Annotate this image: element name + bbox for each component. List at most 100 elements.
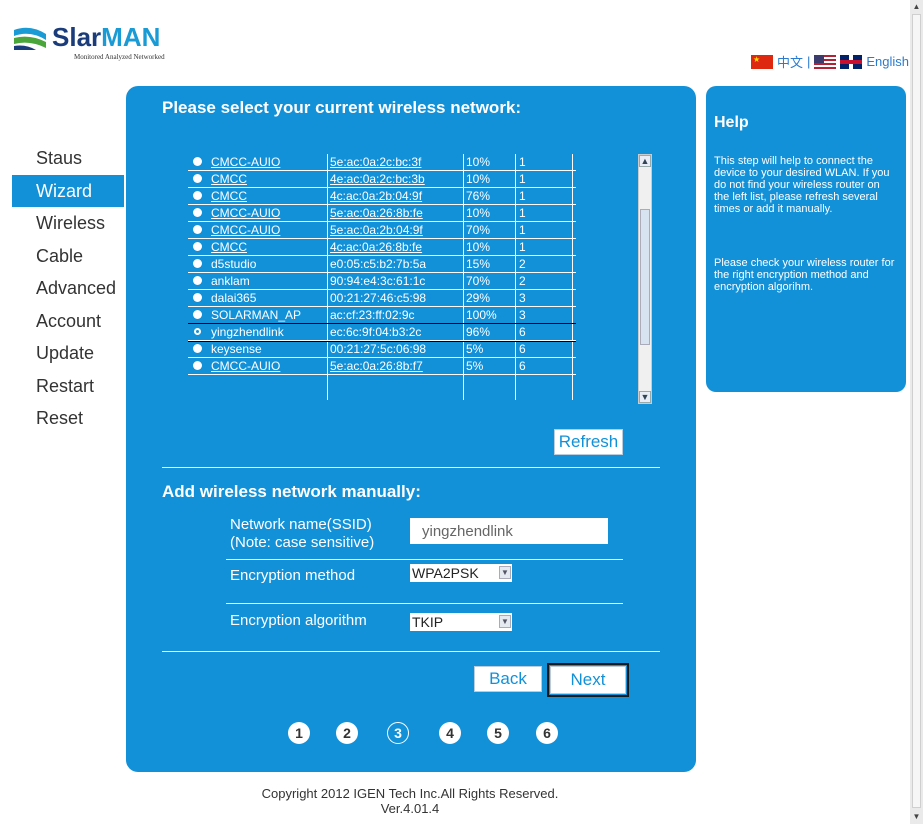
step-3-current: 3: [387, 722, 409, 744]
network-row[interactable]: CMCC 4c:ac:0a:26:8b:fe 10% 1: [188, 239, 576, 256]
refresh-button[interactable]: Refresh: [554, 429, 623, 455]
network-row[interactable]: CMCC 4e:ac:0a:2c:bc:3b 10% 1: [188, 171, 576, 188]
network-ssid: CMCC-AUIO: [211, 155, 281, 169]
network-row[interactable]: keysense 00:21:27:5c:06:98 5% 6: [188, 341, 576, 358]
divider: [162, 467, 660, 468]
add-manually-title: Add wireless network manually:: [162, 482, 421, 501]
network-radio[interactable]: [193, 191, 202, 200]
network-signal: 10%: [466, 206, 491, 220]
sidebar-item-reset[interactable]: Reset: [12, 402, 124, 435]
network-ssid: CMCC: [211, 240, 247, 254]
network-row[interactable]: CMCC-AUIO 5e:ac:0a:2b:04:9f 70% 1: [188, 222, 576, 239]
network-mac: 90:94:e4:3c:61:1c: [330, 274, 426, 288]
encryption-algorithm-value: TKIP: [412, 614, 444, 630]
next-button[interactable]: Next: [547, 663, 629, 697]
help-panel: Help This step will help to connect the …: [706, 86, 906, 392]
network-signal: 96%: [466, 325, 491, 339]
network-radio[interactable]: [193, 208, 202, 217]
sidebar-item-update[interactable]: Update: [12, 337, 124, 370]
network-channel: 6: [519, 325, 526, 339]
network-channel: 3: [519, 291, 526, 305]
sidebar-item-wireless[interactable]: Wireless: [12, 207, 124, 240]
network-radio[interactable]: [193, 361, 202, 370]
sidebar-item-advanced[interactable]: Advanced: [12, 272, 124, 305]
page-scroll-down-icon[interactable]: ▼: [910, 810, 923, 824]
network-channel: 1: [519, 155, 526, 169]
step-5: 5: [487, 722, 509, 744]
divider: [226, 603, 623, 604]
sidebar-item-status[interactable]: Staus: [12, 142, 124, 175]
language-english-link[interactable]: English: [866, 54, 909, 69]
network-radio[interactable]: [193, 310, 202, 319]
network-signal: 5%: [466, 359, 484, 373]
sidebar-item-cable[interactable]: Cable: [12, 240, 124, 273]
page-scrollbar[interactable]: ▲ ▼: [910, 0, 923, 824]
network-row[interactable]: CMCC-AUIO 5e:ac:0a:26:8b:f7 5% 6: [188, 358, 576, 375]
language-chinese-link[interactable]: 中文: [777, 52, 803, 71]
wizard-steps: 1 2 3 4 5 6: [288, 722, 598, 746]
step-4: 4: [439, 722, 461, 744]
divider: [226, 559, 623, 560]
help-text: This step will help to connect the devic…: [714, 155, 890, 215]
network-radio[interactable]: [193, 225, 202, 234]
language-switcher: 中文 | English: [750, 52, 909, 71]
us-flag-icon[interactable]: [814, 54, 837, 69]
network-row-selected[interactable]: yingzhendlink ec:6c:9f:04:b3:2c 96% 6: [188, 323, 576, 342]
ssid-input[interactable]: [410, 518, 608, 544]
solarman-logo-icon: [14, 27, 46, 50]
network-ssid: CMCC: [211, 189, 247, 203]
network-list-scrollbar[interactable]: ▲ ▼: [638, 154, 652, 404]
network-radio[interactable]: [193, 276, 202, 285]
scroll-down-icon[interactable]: ▼: [639, 391, 651, 403]
sidebar-item-wizard[interactable]: Wizard: [12, 174, 124, 207]
network-row[interactable]: dalai365 00:21:27:46:c5:98 29% 3: [188, 290, 576, 307]
chevron-down-icon[interactable]: ▼: [499, 566, 511, 579]
network-ssid: CMCC-AUIO: [211, 206, 281, 220]
network-channel: 1: [519, 223, 526, 237]
language-separator: |: [806, 54, 811, 69]
network-signal: 5%: [466, 342, 484, 356]
china-flag-icon[interactable]: [750, 54, 773, 69]
scroll-thumb[interactable]: [640, 209, 650, 345]
encryption-method-value: WPA2PSK: [412, 565, 479, 581]
encryption-algorithm-select[interactable]: TKIP ▼: [410, 613, 512, 631]
network-row[interactable]: CMCC-AUIO 5e:ac:0a:2c:bc:3f 10% 1: [188, 154, 576, 171]
network-radio[interactable]: [193, 174, 202, 183]
page-scroll-up-icon[interactable]: ▲: [910, 0, 923, 14]
network-signal: 70%: [466, 223, 491, 237]
network-mac: ec:6c:9f:04:b3:2c: [330, 325, 422, 339]
network-signal: 10%: [466, 172, 491, 186]
network-row[interactable]: d5studio e0:05:c5:b2:7b:5a 15% 2: [188, 256, 576, 273]
network-radio[interactable]: [193, 293, 202, 302]
back-button[interactable]: Back: [474, 666, 542, 692]
network-radio[interactable]: [193, 344, 202, 353]
network-signal: 10%: [466, 155, 491, 169]
network-signal: 76%: [466, 189, 491, 203]
network-row[interactable]: anklam 90:94:e4:3c:61:1c 70% 2: [188, 273, 576, 290]
network-ssid: SOLARMAN_AP: [211, 308, 302, 322]
ssid-label: Network name(SSID): [230, 516, 372, 533]
page-scroll-thumb[interactable]: [912, 14, 921, 808]
network-ssid: CMCC: [211, 172, 247, 186]
network-channel: 3: [519, 308, 526, 322]
ssid-note: (Note: case sensitive): [230, 534, 375, 551]
network-radio[interactable]: [193, 259, 202, 268]
network-signal: 70%: [466, 274, 491, 288]
chevron-down-icon[interactable]: ▼: [499, 615, 511, 628]
select-network-title: Please select your current wireless netw…: [162, 98, 522, 117]
version-text: Ver.4.01.4: [380, 801, 440, 816]
encryption-method-select[interactable]: WPA2PSK ▼: [410, 564, 512, 582]
network-row[interactable]: CMCC 4c:ac:0a:2b:04:9f 76% 1: [188, 188, 576, 205]
uk-flag-icon[interactable]: [840, 54, 863, 69]
copyright-text: Copyright 2012 IGEN Tech Inc.All Rights …: [261, 786, 559, 801]
sidebar-item-restart[interactable]: Restart: [12, 370, 124, 403]
scroll-up-icon[interactable]: ▲: [639, 155, 651, 167]
network-mac: 4c:ac:0a:26:8b:fe: [330, 240, 423, 254]
sidebar-item-account[interactable]: Account: [12, 305, 124, 338]
network-radio[interactable]: [193, 157, 202, 166]
network-signal: 15%: [466, 257, 491, 271]
network-row[interactable]: CMCC-AUIO 5e:ac:0a:26:8b:fe 10% 1: [188, 205, 576, 222]
network-radio-selected[interactable]: [193, 327, 202, 336]
network-radio[interactable]: [193, 242, 202, 251]
network-row[interactable]: SOLARMAN_AP ac:cf:23:ff:02:9c 100% 3: [188, 307, 576, 324]
